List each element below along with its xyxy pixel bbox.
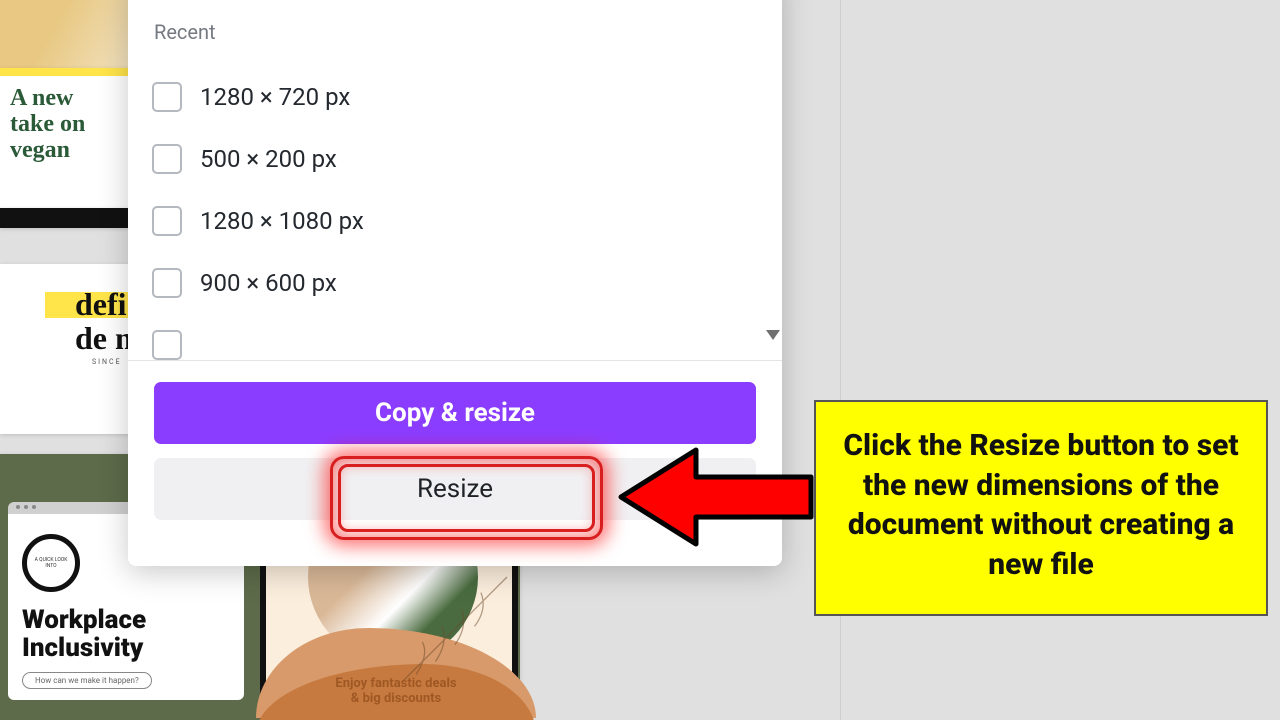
vegan-text: A newtake onvegan: [0, 76, 130, 164]
size-option-row[interactable]: 500 × 200 px: [152, 128, 762, 190]
tutorial-callout: Click the Resize button to set the new d…: [814, 400, 1268, 616]
copy-and-resize-button[interactable]: Copy & resize: [154, 382, 756, 444]
size-label: 500 × 200 px: [200, 145, 337, 173]
resize-label: Resize: [417, 474, 493, 504]
leaf-decoration-icon: [390, 564, 520, 694]
thumbnail-dark[interactable]: [0, 208, 130, 228]
size-label: 900 × 600 px: [200, 269, 337, 297]
checkbox-icon[interactable]: [152, 144, 182, 174]
checkbox-icon[interactable]: [152, 206, 182, 236]
size-option-row[interactable]: 1280 × 1080 px: [152, 190, 762, 252]
thumbnail-oats[interactable]: [0, 0, 130, 70]
defi-subtext: SINCE: [92, 358, 122, 366]
resize-dropdown-panel: Recent 1280 × 720 px 500 × 200 px 1280 ×…: [128, 0, 782, 566]
tote-text: Enjoy fantastic deals& big discounts: [286, 677, 506, 706]
workplace-badge: A QUICK LOOK INTO: [22, 534, 80, 592]
checkbox-icon[interactable]: [152, 268, 182, 298]
recent-heading: Recent: [154, 20, 216, 44]
thumbnail-vegan[interactable]: A newtake onvegan: [0, 68, 130, 208]
size-label: 1280 × 1080 px: [200, 207, 364, 235]
size-option-row[interactable]: 1280 × 720 px: [152, 66, 762, 128]
copy-resize-label: Copy & resize: [375, 398, 535, 428]
workplace-cta: How can we make it happen?: [22, 672, 152, 689]
resize-button[interactable]: Resize: [154, 458, 756, 520]
size-option-row[interactable]: [152, 314, 762, 361]
size-label: 1280 × 720 px: [200, 83, 350, 111]
checkbox-icon[interactable]: [152, 82, 182, 112]
checkbox-icon[interactable]: [152, 330, 182, 360]
scroll-down-icon[interactable]: [766, 330, 780, 340]
workplace-title: WorkplaceInclusivity: [22, 606, 146, 662]
size-option-row[interactable]: 900 × 600 px: [152, 252, 762, 314]
callout-text: Click the Resize button to set the new d…: [843, 428, 1238, 582]
size-options-list: 1280 × 720 px 500 × 200 px 1280 × 1080 p…: [152, 66, 762, 361]
